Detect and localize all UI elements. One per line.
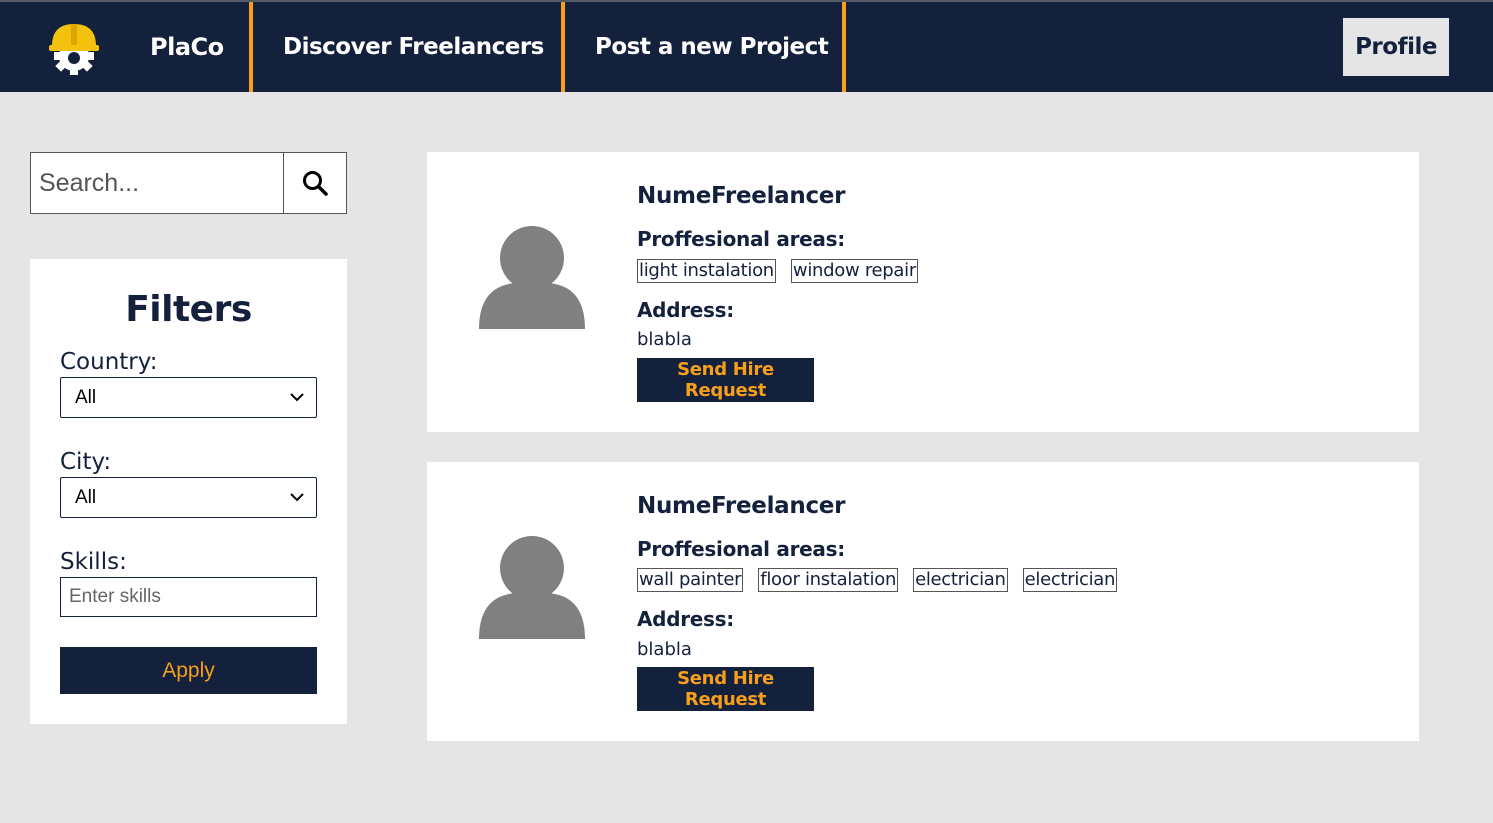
freelancer-name[interactable]: NumeFreelancer [637, 493, 845, 519]
area-tag: electrician [1022, 568, 1118, 592]
chevron-down-icon [290, 393, 304, 402]
search-input[interactable] [31, 153, 284, 213]
filters-panel: Filters Country: All City: All Skills: E… [30, 259, 347, 724]
area-tag: wall painter [637, 568, 744, 592]
search-icon [303, 171, 328, 196]
nav-divider [842, 2, 846, 92]
city-label: City: [60, 449, 112, 475]
search-button[interactable] [284, 153, 346, 213]
avatar-placeholder-icon [477, 225, 587, 331]
nav-link-post-project[interactable]: Post a new Project [595, 2, 829, 92]
top-navbar: PlaCo Discover Freelancers Post a new Pr… [0, 0, 1493, 92]
country-select[interactable]: All [60, 377, 317, 418]
avatar-placeholder-icon [477, 535, 587, 641]
city-select-value: All [75, 486, 97, 508]
nav-divider [249, 2, 253, 92]
professional-areas-label: Proffesional areas: [637, 537, 845, 561]
nav-divider [561, 2, 565, 92]
area-tag: electrician [913, 568, 1008, 592]
area-tag: floor instalation [758, 568, 899, 592]
helmet-gear-logo-icon[interactable] [46, 20, 102, 76]
city-select[interactable]: All [60, 477, 317, 518]
address-value: blabla [637, 639, 692, 660]
skills-input[interactable]: Enter skills [60, 577, 317, 617]
apply-button[interactable]: Apply [60, 647, 317, 694]
send-hire-request-button[interactable]: Send Hire Request [637, 667, 814, 711]
address-value: blabla [637, 329, 692, 350]
freelancer-card: NumeFreelancer Proffesional areas: light… [427, 152, 1419, 432]
brand-name[interactable]: PlaCo [150, 2, 224, 92]
skills-label: Skills: [60, 549, 127, 575]
area-tag: light instalation [637, 259, 776, 283]
address-label: Address: [637, 607, 734, 631]
send-hire-request-button[interactable]: Send Hire Request [637, 358, 814, 402]
chevron-down-icon [290, 493, 304, 502]
freelancer-card: NumeFreelancer Proffesional areas: wall … [427, 462, 1419, 741]
search-bar [30, 152, 347, 214]
professional-areas-label: Proffesional areas: [637, 227, 845, 251]
professional-areas-tags: wall painter floor instalation electrici… [637, 568, 1118, 592]
nav-link-discover-freelancers[interactable]: Discover Freelancers [283, 2, 544, 92]
professional-areas-tags: light instalation window repair [637, 259, 918, 283]
profile-button[interactable]: Profile [1343, 18, 1449, 76]
filters-title: Filters [125, 289, 252, 330]
address-label: Address: [637, 298, 734, 322]
freelancer-name[interactable]: NumeFreelancer [637, 183, 845, 209]
area-tag: window repair [790, 259, 918, 283]
country-label: Country: [60, 349, 158, 375]
country-select-value: All [75, 386, 97, 408]
